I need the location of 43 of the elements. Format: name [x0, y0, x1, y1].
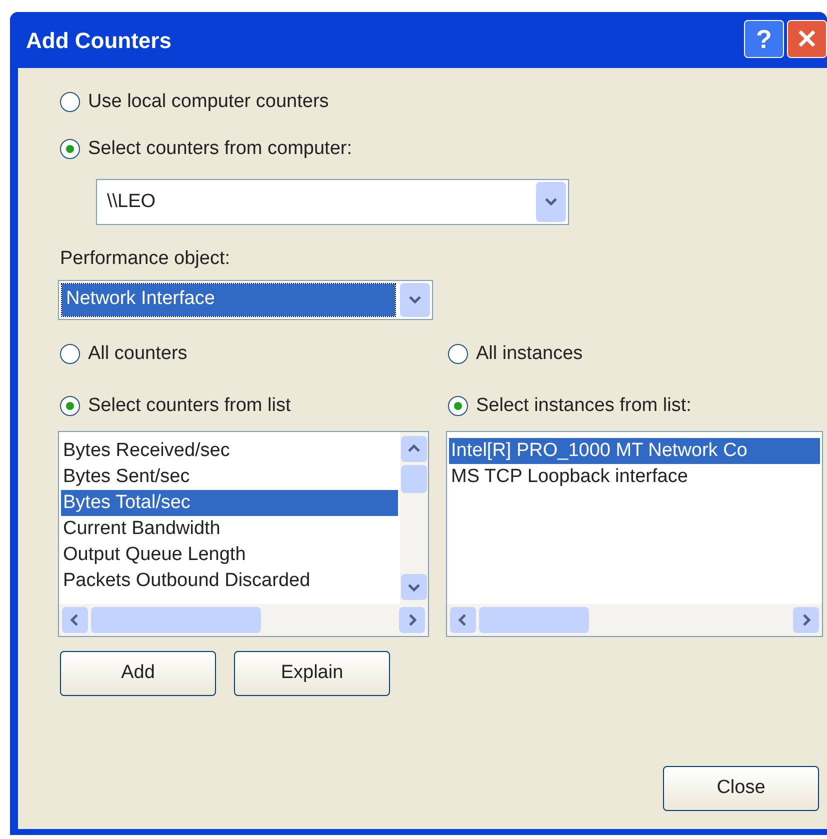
scroll-thumb[interactable]	[91, 606, 261, 632]
radio-label: Select instances from list:	[476, 394, 692, 418]
list-item[interactable]: Bytes Sent/sec	[61, 464, 398, 490]
close-dialog-button[interactable]: Close	[663, 766, 819, 811]
combo-value: \\LEO	[106, 190, 157, 214]
computer-combo[interactable]: \\LEO	[96, 179, 569, 225]
scroll-thumb[interactable]	[479, 606, 589, 632]
horizontal-scrollbar[interactable]	[59, 604, 428, 636]
scroll-right-icon[interactable]	[793, 606, 819, 632]
scroll-down-icon[interactable]	[401, 574, 427, 600]
radio-button[interactable]	[60, 396, 80, 416]
radio-button[interactable]	[60, 92, 80, 112]
scroll-left-icon[interactable]	[62, 606, 88, 632]
radio-button[interactable]	[60, 138, 80, 159]
radio-button[interactable]	[448, 396, 468, 416]
horizontal-scrollbar[interactable]	[447, 604, 822, 636]
explain-button[interactable]: Explain	[234, 650, 390, 696]
scroll-thumb[interactable]	[401, 464, 427, 492]
window-title: Add Counters	[25, 26, 172, 54]
list-item[interactable]: Current Bandwidth	[61, 516, 398, 542]
list-item[interactable]: Output Queue Length	[61, 542, 398, 568]
radio-label: Use local computer counters	[88, 90, 329, 114]
radio-button[interactable]	[60, 344, 80, 364]
help-button[interactable]: ?	[744, 20, 784, 58]
list-item[interactable]: Bytes Total/sec	[61, 490, 398, 516]
add-button[interactable]: Add	[60, 650, 216, 696]
list-item[interactable]: MS TCP Loopback interface	[449, 464, 820, 490]
vertical-scrollbar[interactable]	[400, 432, 428, 604]
close-button[interactable]: ✕	[787, 20, 827, 58]
scroll-right-icon[interactable]	[399, 606, 425, 632]
combo-value: Network Interface	[62, 284, 395, 316]
radio-label: Select counters from list	[88, 394, 291, 418]
list-item[interactable]: Packets Outbound Discarded	[61, 568, 398, 594]
scroll-left-icon[interactable]	[450, 606, 476, 632]
field-label: Performance object:	[59, 247, 232, 271]
scroll-up-icon[interactable]	[401, 436, 427, 462]
radio-label: Select counters from computer:	[88, 136, 352, 160]
radio-button[interactable]	[448, 344, 468, 364]
list-item[interactable]: Intel[R] PRO_1000 MT Network Co	[449, 438, 820, 464]
list-item[interactable]: Bytes Received/sec	[61, 438, 398, 464]
performance-object-combo[interactable]: Network Interface	[58, 280, 433, 320]
radio-label: All counters	[88, 342, 188, 366]
radio-label: All instances	[476, 342, 583, 366]
